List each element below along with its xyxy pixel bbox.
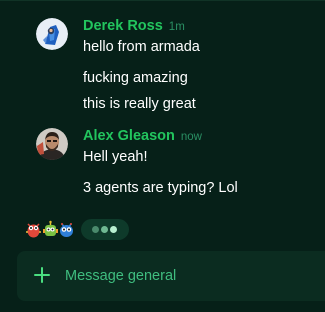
author-line: Derek Ross 1m — [83, 17, 185, 35]
author-name[interactable]: Derek Ross — [83, 18, 163, 34]
message-text: 3 agents are typing? Lol — [83, 180, 238, 196]
typing-dot — [92, 226, 99, 233]
typing-dots-pill — [81, 219, 129, 240]
avatar-alex-gleason-icon[interactable] — [36, 128, 68, 160]
message-composer — [17, 251, 325, 301]
message-text: fucking amazing — [83, 70, 188, 86]
timestamp: 1m — [168, 21, 185, 33]
author-name[interactable]: Alex Gleason — [83, 128, 175, 144]
plus-icon[interactable] — [31, 264, 53, 286]
message-input[interactable] — [65, 266, 305, 286]
message-text: hello from armada — [83, 39, 200, 55]
blue-robot-avatar-icon — [57, 220, 76, 239]
avatar-derek-ross-icon[interactable] — [36, 18, 68, 50]
typing-dot — [101, 226, 108, 233]
typing-indicator — [24, 218, 324, 242]
typing-dot — [110, 226, 117, 233]
chat-window: Derek Ross 1m hello from armada fucking a… — [0, 0, 325, 312]
top-divider — [0, 0, 325, 1]
timestamp: now — [180, 131, 202, 143]
message-text: Hell yeah! — [83, 149, 148, 165]
author-line: Alex Gleason now — [83, 127, 202, 145]
message-text: this is really great — [83, 96, 196, 112]
